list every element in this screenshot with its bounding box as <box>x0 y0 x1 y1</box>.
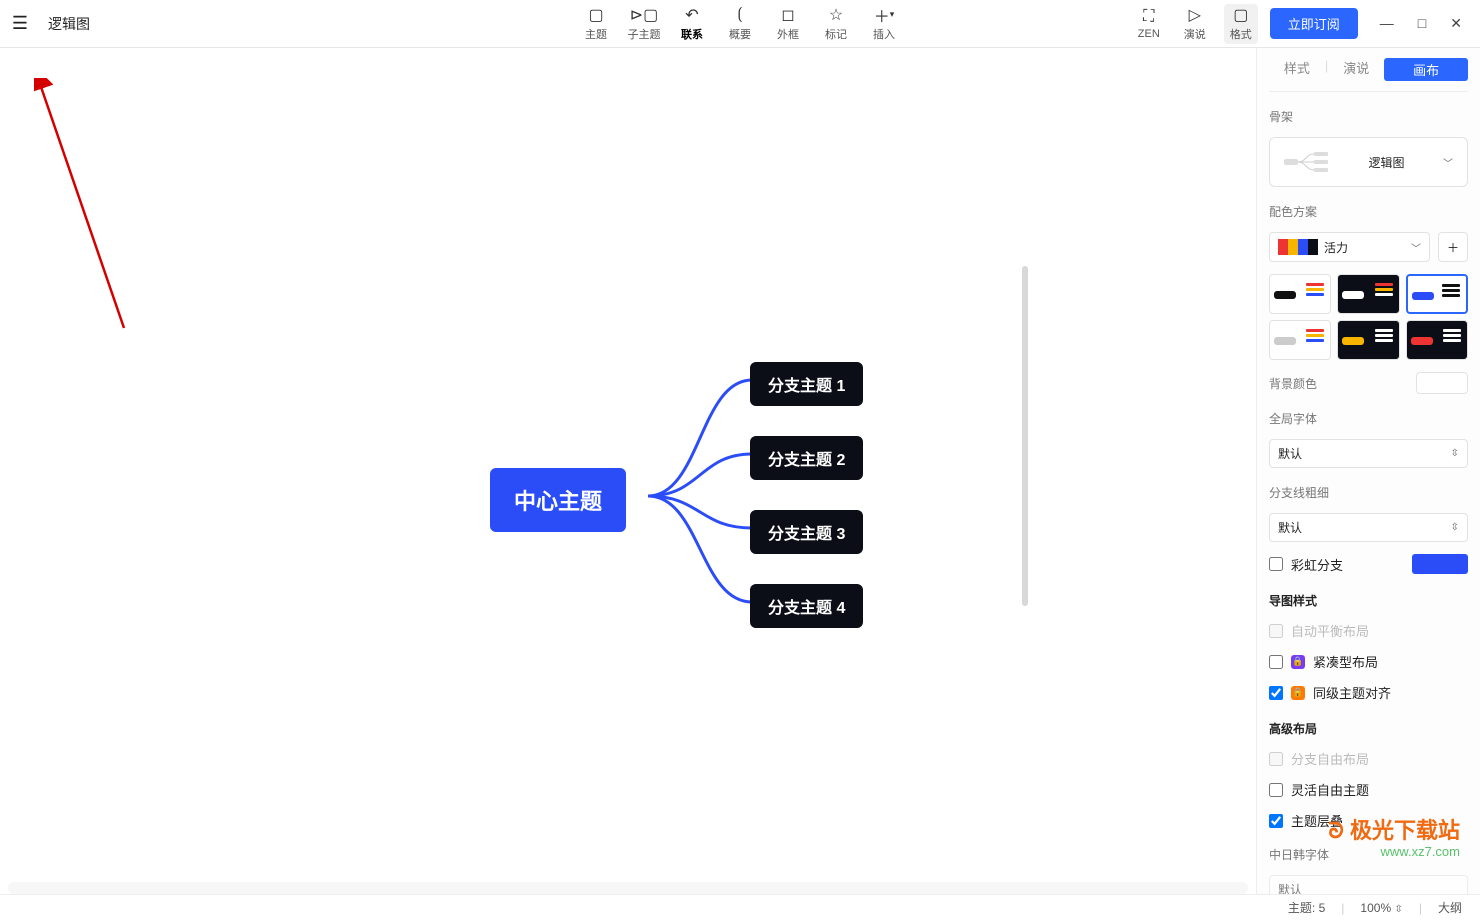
panel-tabs: 样式 | 演说 画布 <box>1269 48 1468 92</box>
status-zoom[interactable]: 100% ⇳ <box>1360 901 1402 915</box>
menu-hamburger-icon[interactable]: ☰ <box>0 13 40 34</box>
tool-marker[interactable]: ☆标记 <box>819 6 853 42</box>
rainbow-swatch[interactable] <box>1412 554 1468 574</box>
main-area: 中心主题 分支主题 1 分支主题 2 分支主题 3 分支主题 4 样式 | 演说… <box>0 48 1480 894</box>
canvas-vertical-scrollbar[interactable] <box>1020 56 1030 886</box>
background-color-label: 背景颜色 <box>1269 375 1317 392</box>
annotation-arrow <box>34 78 134 338</box>
branch-node-4[interactable]: 分支主题 4 <box>750 584 863 628</box>
star-icon: ☆ <box>829 6 843 24</box>
theme-thumb-5[interactable] <box>1337 320 1399 360</box>
panel-icon: ▢ <box>1233 6 1248 24</box>
map-style-heading: 导图样式 <box>1269 592 1468 609</box>
watermark: ᘐ 极光下载站 www.xz7.com <box>1328 818 1460 860</box>
tool-insert[interactable]: ＋▾插入 <box>867 6 901 42</box>
theme-thumbnails <box>1269 274 1468 360</box>
format-panel: 样式 | 演说 画布 骨架 逻辑图 ﹀ 配色方案 活力 ﹀ ＋ <box>1256 48 1480 894</box>
window-maximize-icon[interactable]: □ <box>1418 15 1426 32</box>
global-font-selector[interactable]: 默认⇳ <box>1269 439 1468 468</box>
compact-label: 紧凑型布局 <box>1313 652 1378 671</box>
updown-icon: ⇳ <box>1394 904 1402 915</box>
line-weight-selector[interactable]: 默认⇳ <box>1269 513 1468 542</box>
tool-summary[interactable]: ⟮ 概要 <box>723 6 757 42</box>
subtopic-icon: ⊳▢ <box>630 6 659 24</box>
tool-topic[interactable]: ▢主题 <box>579 6 613 42</box>
top-toolbar: ☰ 逻辑图 ▢主题 ⊳▢子主题 ↶联系 ⟮ 概要 ◻外框 ☆标记 ＋▾插入 ⛶Z… <box>0 0 1480 48</box>
branch-node-3[interactable]: 分支主题 3 <box>750 510 863 554</box>
status-outline-toggle[interactable]: 大纲 <box>1438 899 1462 916</box>
window-minimize-icon[interactable]: — <box>1380 15 1394 32</box>
subscribe-button[interactable]: 立即订阅 <box>1270 8 1358 39</box>
zen-icon: ⛶ <box>1143 8 1154 26</box>
tool-subtopic[interactable]: ⊳▢子主题 <box>627 6 661 42</box>
updown-icon: ⇳ <box>1451 522 1459 533</box>
boundary-icon: ◻ <box>781 6 794 24</box>
theme-thumb-2[interactable] <box>1337 274 1399 314</box>
global-font-label: 全局字体 <box>1269 410 1468 427</box>
watermark-logo-icon: ᘐ 极光下载站 <box>1328 818 1460 844</box>
auto-balance-label: 自动平衡布局 <box>1291 621 1369 640</box>
cjk-font-selector[interactable]: 默认 <box>1269 875 1468 894</box>
theme-thumb-4[interactable] <box>1269 320 1331 360</box>
advanced-layout-heading: 高级布局 <box>1269 720 1468 737</box>
tool-relationship[interactable]: ↶联系 <box>675 6 709 42</box>
tab-canvas[interactable]: 画布 <box>1384 58 1468 81</box>
theme-thumb-6[interactable] <box>1406 320 1468 360</box>
toolbar-right: ⛶ZEN ▷演说 ▢格式 立即订阅 — □ ✕ <box>1132 4 1480 44</box>
center-topic-node[interactable]: 中心主题 <box>490 468 626 532</box>
skeleton-preview-icon <box>1284 150 1330 174</box>
rainbow-checkbox[interactable] <box>1269 557 1283 571</box>
tool-zen[interactable]: ⛶ZEN <box>1132 8 1166 40</box>
chevron-down-icon: ﹀ <box>1443 155 1453 170</box>
status-topic-count: 主题: 5 <box>1288 899 1325 916</box>
window-controls: — □ ✕ <box>1370 15 1472 32</box>
play-icon: ▷ <box>1189 6 1201 24</box>
plus-icon: ＋ <box>1447 239 1459 256</box>
colorscheme-label: 配色方案 <box>1269 203 1468 220</box>
tool-format[interactable]: ▢格式 <box>1224 4 1258 44</box>
align-label: 同级主题对齐 <box>1313 683 1391 702</box>
tab-pitch[interactable]: 演说 <box>1328 58 1384 81</box>
line-weight-label: 分支线粗细 <box>1269 484 1468 501</box>
branch-node-2[interactable]: 分支主题 2 <box>750 436 863 480</box>
add-colorscheme-button[interactable]: ＋ <box>1438 232 1468 262</box>
chevron-down-icon: ﹀ <box>1411 240 1421 255</box>
skeleton-label: 骨架 <box>1269 108 1468 125</box>
flex-topic-label: 灵活自由主题 <box>1291 780 1369 799</box>
relationship-icon: ↶ <box>685 6 698 24</box>
branch-node-1[interactable]: 分支主题 1 <box>750 362 863 406</box>
status-bar: 主题: 5 | 100% ⇳ | 大纲 <box>0 894 1480 920</box>
theme-thumb-1[interactable] <box>1269 274 1331 314</box>
theme-thumb-3[interactable] <box>1406 274 1468 314</box>
tool-boundary[interactable]: ◻外框 <box>771 6 805 42</box>
free-branch-checkbox <box>1269 752 1283 766</box>
canvas-horizontal-scrollbar[interactable] <box>8 882 1248 894</box>
align-checkbox[interactable] <box>1269 686 1283 700</box>
compact-checkbox[interactable] <box>1269 655 1283 669</box>
topic-icon: ▢ <box>588 6 603 24</box>
free-branch-label: 分支自由布局 <box>1291 749 1369 768</box>
lock-badge-icon: 🔒 <box>1291 686 1305 700</box>
tool-pitch[interactable]: ▷演说 <box>1178 6 1212 42</box>
rainbow-label: 彩虹分支 <box>1291 555 1343 574</box>
lock-badge-icon: 🔒 <box>1291 655 1305 669</box>
colorscheme-value: 活力 <box>1324 239 1348 256</box>
plus-icon: ＋▾ <box>874 6 895 24</box>
updown-icon: ⇳ <box>1451 448 1459 459</box>
tab-style[interactable]: 样式 <box>1269 58 1325 81</box>
skeleton-selector[interactable]: 逻辑图 ﹀ <box>1269 137 1468 187</box>
document-title: 逻辑图 <box>48 14 90 34</box>
colorscheme-swatches <box>1278 239 1318 255</box>
window-close-icon[interactable]: ✕ <box>1450 15 1462 32</box>
skeleton-value: 逻辑图 <box>1368 154 1404 171</box>
background-color-picker[interactable] <box>1416 372 1468 394</box>
overlap-checkbox[interactable] <box>1269 814 1283 828</box>
auto-balance-checkbox <box>1269 624 1283 638</box>
colorscheme-selector[interactable]: 活力 ﹀ <box>1269 232 1430 262</box>
watermark-site: www.xz7.com <box>1328 844 1460 860</box>
flex-topic-checkbox[interactable] <box>1269 783 1283 797</box>
summary-icon: ⟮ <box>737 6 742 24</box>
toolbar-center: ▢主题 ⊳▢子主题 ↶联系 ⟮ 概要 ◻外框 ☆标记 ＋▾插入 <box>579 6 901 42</box>
mindmap-canvas[interactable]: 中心主题 分支主题 1 分支主题 2 分支主题 3 分支主题 4 <box>0 48 1256 894</box>
